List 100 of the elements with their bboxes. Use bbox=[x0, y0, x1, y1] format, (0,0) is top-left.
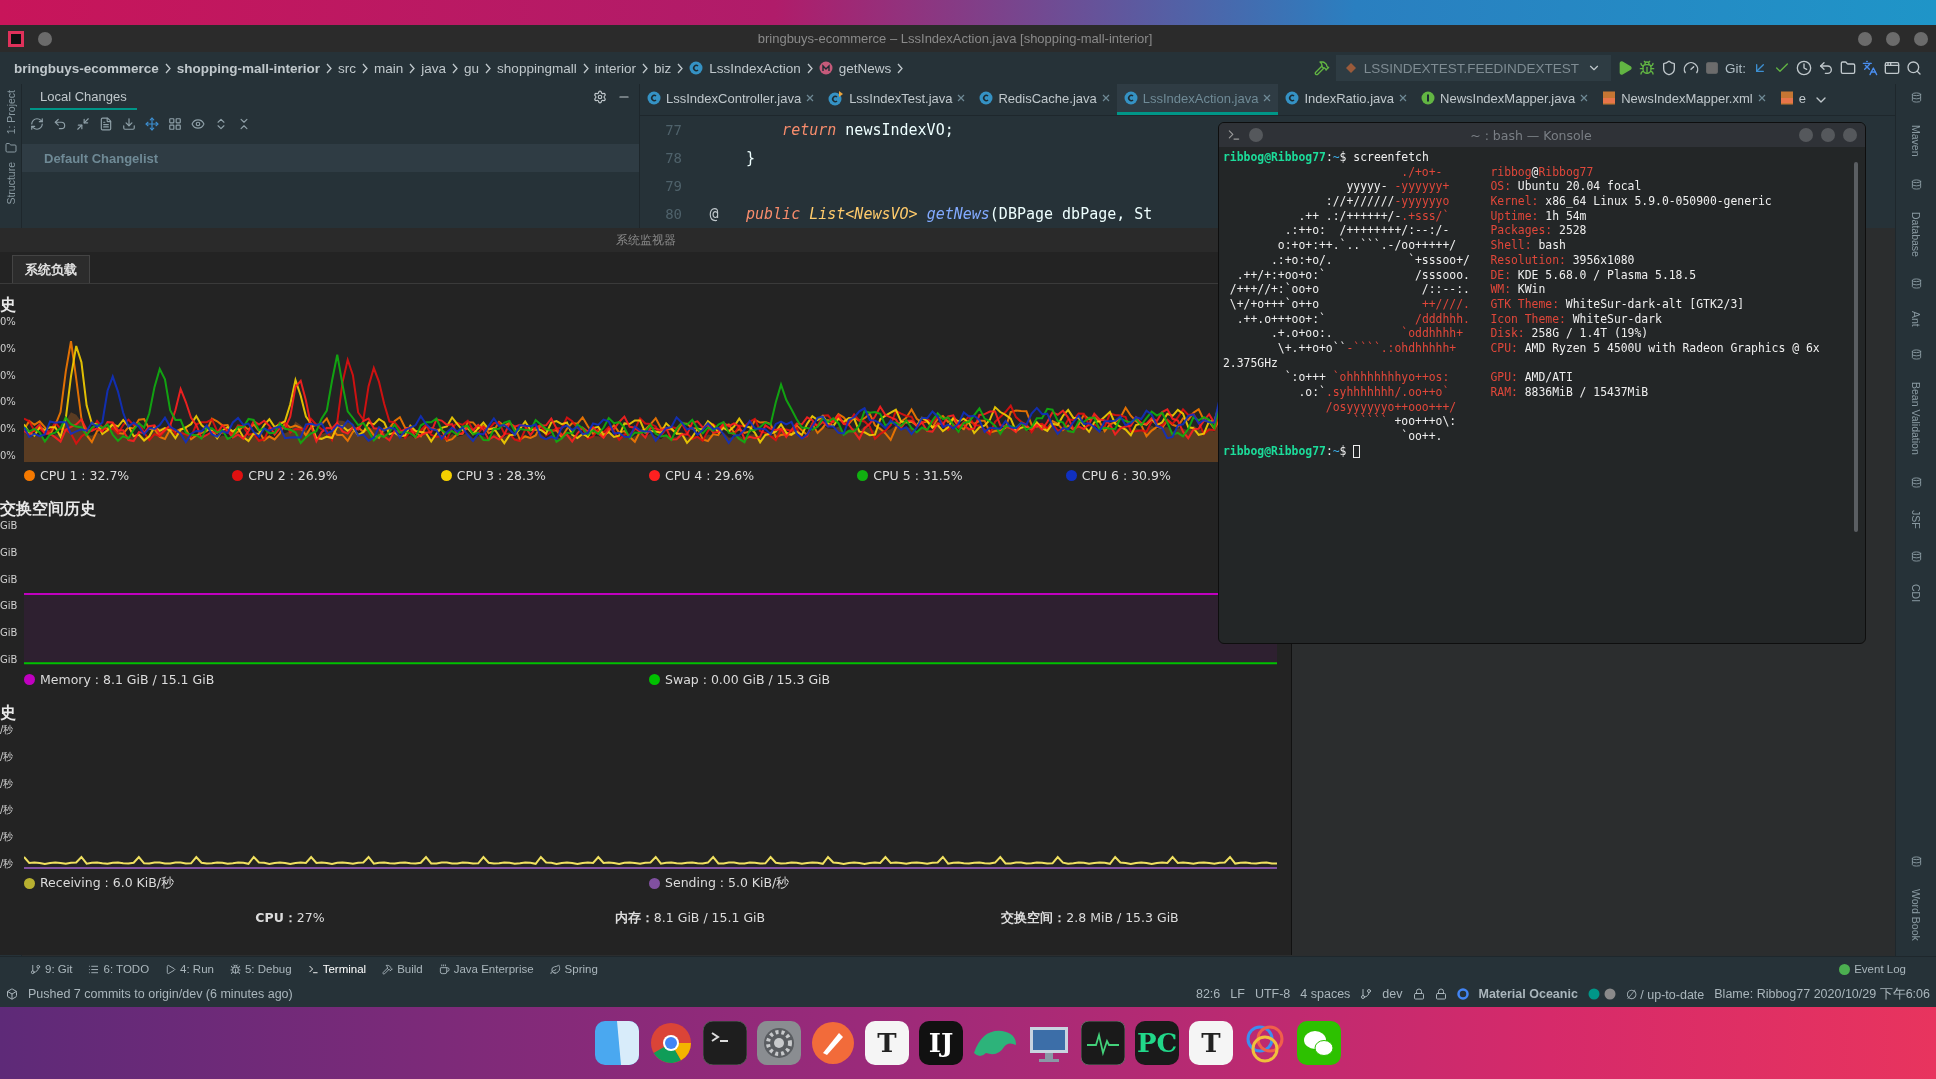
hammer-icon[interactable] bbox=[1313, 60, 1330, 76]
tool-window-tab[interactable]: Maven bbox=[1910, 125, 1922, 157]
breadcrumb-item[interactable]: gu bbox=[464, 60, 480, 76]
window-button[interactable] bbox=[1886, 31, 1900, 46]
tool-icon bbox=[1910, 856, 1922, 868]
window-icon[interactable] bbox=[1884, 60, 1900, 76]
dock-app-button[interactable] bbox=[648, 1020, 694, 1066]
stop-icon[interactable] bbox=[1705, 61, 1719, 75]
vcs-status[interactable]: ∅ / up-to-date bbox=[1625, 986, 1705, 1002]
translate-icon[interactable] bbox=[1862, 60, 1878, 76]
clock-icon[interactable] bbox=[1796, 60, 1812, 76]
dock-app-button[interactable]: IJ bbox=[918, 1020, 964, 1066]
tool-window-tab[interactable]: Ant bbox=[1910, 311, 1922, 328]
tool-window-tab[interactable]: Database bbox=[1910, 211, 1922, 257]
breadcrumb-item[interactable]: shoppingmall bbox=[497, 60, 577, 76]
breadcrumb-item[interactable]: java bbox=[421, 60, 447, 76]
undo-icon[interactable] bbox=[1818, 60, 1834, 76]
status-item[interactable]: UTF-8 bbox=[1254, 987, 1291, 1001]
window-button[interactable] bbox=[38, 31, 52, 46]
tool-window-button[interactable]: 4: Run bbox=[165, 963, 214, 975]
document-icon[interactable] bbox=[99, 117, 113, 131]
lock-icon[interactable] bbox=[1412, 988, 1425, 1000]
dock-app-button[interactable]: T bbox=[864, 1020, 910, 1066]
lock-icon[interactable] bbox=[1434, 988, 1447, 1000]
tool-window-tab[interactable]: 1: Project bbox=[4, 90, 17, 135]
undo-icon[interactable] bbox=[53, 117, 67, 131]
tool-window-tab[interactable]: Word Book bbox=[1910, 889, 1922, 941]
theme-name[interactable]: Material Oceanic bbox=[1478, 987, 1578, 1001]
download-icon[interactable] bbox=[122, 117, 136, 131]
dock-app-button[interactable] bbox=[702, 1020, 748, 1066]
close-icon[interactable] bbox=[1757, 94, 1766, 102]
xml-file-icon bbox=[1779, 91, 1794, 105]
dock-app-button[interactable] bbox=[1080, 1020, 1126, 1066]
branch-name[interactable]: dev bbox=[1382, 987, 1403, 1001]
shield-icon[interactable] bbox=[1661, 60, 1677, 76]
dock-app-button[interactable] bbox=[810, 1020, 856, 1066]
breadcrumb-item[interactable]: main bbox=[374, 60, 404, 76]
breadcrumb-item[interactable]: bringbuys-ecommerce bbox=[14, 60, 159, 76]
close-icon[interactable] bbox=[1263, 94, 1272, 102]
settings-icon[interactable] bbox=[593, 90, 607, 104]
status-item[interactable]: 82:6 bbox=[1195, 987, 1221, 1001]
dock-app-button[interactable]: PC bbox=[1134, 1020, 1180, 1066]
status-item[interactable]: 4 spaces bbox=[1300, 987, 1351, 1001]
close-icon[interactable] bbox=[1399, 94, 1407, 102]
eye-icon[interactable] bbox=[191, 117, 205, 131]
folder-icon[interactable] bbox=[1840, 60, 1856, 76]
close-icon[interactable] bbox=[1101, 94, 1110, 102]
editor-tab[interactable]: IndexRatio.java bbox=[1278, 84, 1414, 115]
blame-info[interactable]: Blame: Ribbog77 2020/10/29 下午6:06 bbox=[1714, 985, 1930, 1003]
close-icon[interactable] bbox=[1580, 94, 1589, 102]
window-button[interactable] bbox=[1858, 31, 1872, 46]
editor-tab[interactable]: NewsIndexMapper.java bbox=[1414, 84, 1596, 115]
code-line: return newsIndexVO; bbox=[781, 121, 954, 139]
ascii-art-line: yyyyy- -yyyyyy+ bbox=[1345, 179, 1450, 194]
monitor-tab[interactable]: 系统负载 bbox=[12, 255, 90, 283]
debug-icon[interactable] bbox=[1639, 60, 1655, 76]
shrink-icon[interactable] bbox=[76, 117, 90, 131]
breadcrumb-item[interactable]: getNews bbox=[838, 60, 892, 76]
tool-window-button[interactable]: Spring bbox=[549, 963, 598, 975]
close-icon[interactable] bbox=[806, 94, 815, 102]
tool-window-button[interactable]: 9: Git bbox=[30, 963, 73, 975]
editor-tab[interactable]: NewsIndexMapper.xml bbox=[1595, 84, 1773, 115]
search-icon[interactable] bbox=[1906, 60, 1922, 76]
move-icon[interactable] bbox=[145, 117, 159, 131]
tool-window-tab[interactable]: CDI bbox=[1910, 583, 1922, 602]
tool-window-tab[interactable]: Bean Validation bbox=[1910, 382, 1922, 455]
legend-label: CPU 5 : 31.5% bbox=[873, 467, 963, 483]
tool-window-button[interactable]: 5: Debug bbox=[229, 963, 292, 975]
event-log-button[interactable]: Event Log bbox=[1839, 963, 1906, 975]
status-item[interactable]: LF bbox=[1230, 987, 1245, 1001]
tool-window-tab[interactable]: Structure bbox=[4, 162, 17, 205]
grid-icon[interactable] bbox=[168, 117, 182, 131]
dock-app-button[interactable] bbox=[594, 1020, 640, 1066]
breadcrumb-item[interactable]: shopping-mall-interior bbox=[176, 60, 321, 76]
dock-app-button[interactable]: T bbox=[1188, 1020, 1234, 1066]
tool-window-button[interactable]: 6: TODO bbox=[88, 963, 150, 975]
breadcrumb-item[interactable]: interior bbox=[594, 60, 636, 76]
tool-window-button[interactable]: Terminal bbox=[307, 963, 367, 975]
run-icon[interactable] bbox=[1617, 60, 1633, 76]
editor-tab[interactable]: LssIndexController.java bbox=[640, 84, 822, 115]
breadcrumb-item[interactable]: src bbox=[338, 60, 357, 76]
tool-icon bbox=[1910, 550, 1922, 562]
scrollbar-thumb[interactable] bbox=[1854, 162, 1858, 532]
local-changes-tab[interactable]: Local Changes bbox=[30, 84, 137, 110]
editor-tab[interactable]: RedisCache.java bbox=[972, 84, 1117, 115]
gauge-icon[interactable] bbox=[1683, 60, 1699, 76]
breadcrumb-item[interactable]: biz bbox=[653, 60, 672, 76]
dock-app-button[interactable] bbox=[1296, 1020, 1342, 1066]
refresh-icon[interactable] bbox=[30, 117, 44, 131]
dock-app-button[interactable] bbox=[756, 1020, 802, 1066]
chart-title: 史 bbox=[0, 294, 16, 316]
editor-tab[interactable]: e bbox=[1772, 84, 1813, 115]
tool-window-button[interactable]: Java Enterprise bbox=[438, 963, 534, 975]
close-icon[interactable] bbox=[957, 94, 966, 102]
breadcrumb-item[interactable]: LssIndexAction bbox=[709, 60, 801, 76]
tool-window-tab[interactable]: JSF bbox=[1910, 510, 1922, 529]
collapse-icon[interactable] bbox=[237, 117, 251, 131]
tool-window-button[interactable]: Build bbox=[382, 963, 423, 975]
window-button[interactable] bbox=[1914, 31, 1928, 46]
editor-tab[interactable]: LssIndexTest.java bbox=[821, 84, 973, 115]
